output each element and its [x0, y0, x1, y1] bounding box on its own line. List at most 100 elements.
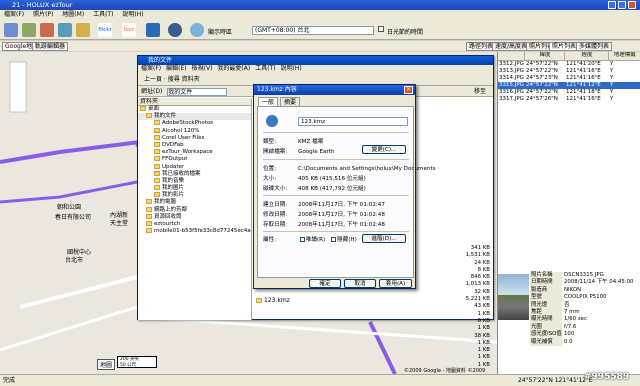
tree-node[interactable]: Alcohol 120% [138, 127, 251, 135]
tree-node-label: 網路上的芳鄰 [154, 206, 188, 213]
track-line-3 [368, 321, 397, 374]
type-label: 類型: [263, 139, 277, 145]
tree-node-label: ezTour_Workspace [162, 149, 213, 156]
maximize-button[interactable] [618, 1, 626, 9]
scale-meters: 50 公尺 [120, 362, 137, 368]
tree-node[interactable]: 我已接收的檔案 [138, 170, 251, 178]
opens-with-label: 開啟檔案: [263, 149, 288, 155]
zoom-control[interactable] [9, 61, 27, 113]
hidden-checkbox[interactable] [331, 237, 337, 242]
advanced-button[interactable]: 進階(D)... [362, 234, 406, 243]
tree-node-label: eztourtch [154, 221, 181, 227]
table-row[interactable]: 3312.JPG 24°57'22"N 121°41'20"E Y [498, 60, 640, 68]
locr-icon[interactable]: locr [122, 23, 136, 37]
photo-thumbnail[interactable] [498, 274, 529, 320]
show-timezone-label: 顯示時區 [208, 29, 233, 36]
folder-icon [154, 170, 160, 176]
table-row[interactable]: 3317.JPG 24°57'26"N 121°41'16"E Y [498, 96, 640, 103]
photo-icon[interactable] [40, 23, 54, 37]
explorer-menu-item[interactable]: 檢視(V) [192, 65, 213, 72]
map-type-button[interactable]: 地圖 [97, 359, 116, 370]
table-cell: 3314.JPG [499, 74, 524, 81]
explorer-menu-item[interactable]: 我的最愛(A) [217, 65, 250, 72]
tree-node[interactable]: ezTour_Workspace [138, 149, 251, 156]
tree-node[interactable]: 我的文件 [138, 113, 251, 121]
loc-row: 磁碟大小: 408 KB (417,792 位元組) [263, 184, 366, 192]
table-cell: 24°57'22"N [525, 67, 558, 74]
folder-icon [154, 192, 160, 198]
app-titlebar: 21 - HOLUX ezTour [0, 0, 640, 10]
loc-label: 大小: [263, 176, 277, 182]
table-row[interactable]: 3315.JPG 24°57'22"N 121°41'12"E Y [498, 81, 640, 89]
menu-file[interactable]: 檔案(F) [4, 11, 24, 18]
dialog-close-icon[interactable]: × [404, 86, 413, 94]
import-icon[interactable] [22, 23, 36, 37]
tree-node[interactable]: 我的音樂 [138, 177, 251, 185]
globe-icon[interactable] [168, 23, 182, 37]
cancel-button[interactable]: 取消 [344, 279, 376, 288]
info-value: 7 mm [564, 308, 580, 315]
menu-map[interactable]: 地圖(M) [62, 11, 84, 18]
address-input[interactable]: 我的文件 [167, 87, 228, 96]
timezone-select[interactable]: (GMT+08:00) 台北 [252, 26, 374, 35]
readonly-checkbox[interactable] [299, 237, 305, 242]
track-icon[interactable] [58, 23, 72, 37]
menu-photo[interactable]: 照片(P) [33, 11, 53, 18]
tree-node-label: 我的圖片 [162, 185, 185, 192]
file-item[interactable]: 123.kmz [256, 297, 290, 304]
open-icon[interactable] [4, 23, 18, 37]
tree-node[interactable]: 資源回收筒 [138, 213, 251, 221]
table-cell: 24°57'22"N [525, 88, 558, 95]
apply-button[interactable]: 套用(A) [379, 279, 412, 288]
tree-node-label: 我的文件 [154, 113, 177, 120]
tab-general[interactable]: 一般 [258, 97, 279, 106]
tab-track-editor[interactable]: 軌跡編輯器 [32, 42, 69, 51]
tree-node[interactable]: 我的電腦 [138, 199, 251, 206]
tree-node[interactable]: Corel User Files [138, 134, 251, 142]
explorer-menu-item[interactable]: 檔案(F) [141, 65, 161, 72]
close-button[interactable] [628, 1, 636, 9]
menu-tools[interactable]: 工具(T) [93, 11, 113, 18]
info-key: 感光度ISO值 [530, 331, 562, 339]
filename-input[interactable]: 123.kmz [298, 117, 408, 126]
dates-row: 修改日期: 2008年11月17日, 下午 01:02:48 [263, 210, 385, 218]
tab-speed-altitude[interactable]: 速度/高度表 [492, 42, 531, 51]
tab-photo-list-2[interactable]: 照片列表 [549, 42, 580, 51]
tree-node[interactable]: 網路上的芳鄰 [138, 206, 251, 214]
tree-node[interactable]: AdobeStockPhotos [138, 120, 251, 127]
save-icon[interactable] [76, 23, 90, 37]
tab-media-list[interactable]: 多媒體列表 [576, 42, 613, 51]
explorer-menu-item[interactable]: 說明(H) [281, 65, 302, 72]
col-file[interactable] [498, 52, 526, 61]
table-cell: Y [609, 95, 614, 102]
col-longitude[interactable]: 經度 [564, 52, 610, 61]
info-row: 型號 COOLPIX P5100 [530, 294, 640, 302]
earth-icon[interactable] [146, 23, 160, 37]
table-row[interactable]: 3314.JPG 24°57'23"N 121°41'16"E Y [498, 75, 640, 82]
col-geotag[interactable]: 地理標籤 [608, 52, 640, 61]
tree-node[interactable]: Updater [138, 163, 251, 171]
flickr-icon[interactable]: flickr [98, 23, 112, 37]
explorer-menu-item[interactable]: 編輯(E) [166, 65, 186, 72]
tab-summary[interactable]: 摘要 [280, 97, 301, 106]
dst-checkbox[interactable] [378, 26, 384, 32]
tree-node[interactable]: 我的圖片 [138, 185, 251, 192]
tree-node[interactable]: FFOutput [138, 156, 251, 163]
tree-node[interactable]: eztourtch [138, 221, 251, 228]
col-latitude[interactable]: 緯度 [524, 52, 566, 61]
opens-with-value: Google Earth [298, 149, 335, 155]
ok-button[interactable]: 確定 [309, 279, 341, 288]
dates-value: 2008年11月17日, 下午 01:02:48 [298, 212, 385, 218]
menu-help[interactable]: 說明(H) [122, 11, 143, 18]
file-size: 24 KB [474, 259, 490, 266]
explorer-menu-item[interactable]: 工具(T) [255, 65, 275, 72]
go-button[interactable]: 移至 [474, 86, 486, 97]
tree-node[interactable]: mobile01-b53f5fe33c8d77245ec4a4357654 [138, 228, 251, 235]
info-row: 曝光補償 0.0 [530, 338, 640, 346]
table-row[interactable]: 3316.JPG 24°57'22"N 121°41'18"E Y [498, 89, 640, 96]
table-row[interactable]: 3313.JPG 24°57'22"N 121°41'16"E Y [498, 68, 640, 75]
minimize-button[interactable] [608, 1, 616, 9]
info-row: 感光度ISO值 100 [530, 331, 640, 339]
change-button[interactable]: 變更(C)... [362, 145, 406, 154]
tree-node[interactable]: DVDFab [138, 141, 251, 149]
